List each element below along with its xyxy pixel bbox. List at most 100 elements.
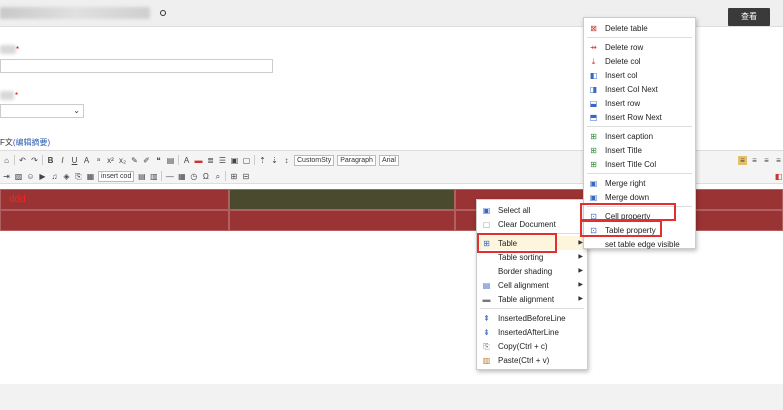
background-icon[interactable]: ▥ bbox=[149, 172, 158, 181]
menu-item-table[interactable]: ⊞ Table ▶ bbox=[477, 236, 587, 250]
template-icon[interactable]: ▤ bbox=[137, 172, 146, 181]
table-submenu: ⊠ Delete table ⇸ Delete row ⤓ Delete col ◧ I… bbox=[583, 17, 696, 249]
table-toolbar-icon[interactable]: ⊞ bbox=[229, 172, 238, 181]
row-spacing-top-icon[interactable]: ⇡ bbox=[258, 156, 267, 165]
menu-item-delete-col[interactable]: ⤓ Delete col bbox=[584, 54, 695, 68]
menu-item-insert-title-col[interactable]: ⊞ Insert Title Col bbox=[584, 157, 695, 171]
paragraph-dropdown[interactable]: Paragraph bbox=[337, 154, 376, 166]
menu-item-label: Insert Title Col bbox=[605, 159, 657, 169]
clear-doc-toolbar-icon[interactable]: ▢ bbox=[242, 156, 251, 165]
field1-input[interactable] bbox=[0, 59, 273, 73]
row-spacing-bottom-icon[interactable]: ⇣ bbox=[270, 156, 279, 165]
font-border-icon[interactable]: A bbox=[82, 156, 91, 165]
music-icon[interactable]: ♫ bbox=[50, 172, 59, 181]
title-indicator-icon bbox=[160, 10, 166, 16]
menu-item-insert-title[interactable]: ⊞ Insert Title bbox=[584, 143, 695, 157]
menu-item-delete-row[interactable]: ⇸ Delete row bbox=[584, 40, 695, 54]
table-cell-selected[interactable] bbox=[229, 189, 455, 210]
image-icon[interactable]: ▨ bbox=[14, 172, 23, 181]
align-right-icon[interactable]: ≡ bbox=[762, 156, 771, 165]
font-family-dropdown[interactable]: Arial bbox=[378, 154, 399, 166]
quote-icon[interactable]: ❝ bbox=[154, 156, 163, 165]
insert-code-dropdown[interactable]: insert cod bbox=[98, 170, 135, 182]
time-icon[interactable]: ◷ bbox=[189, 172, 198, 181]
format-match-icon[interactable]: ✎ bbox=[130, 156, 139, 165]
table-cell[interactable]: ddd bbox=[0, 189, 229, 210]
align-justify-icon[interactable]: ≡ bbox=[774, 156, 783, 165]
redo-icon[interactable]: ↷ bbox=[30, 156, 39, 165]
clear-format-icon[interactable]: ✐ bbox=[142, 156, 151, 165]
menu-item-border-shading[interactable]: Border shading ▶ bbox=[477, 264, 587, 278]
menu-item-insert-col[interactable]: ◧ Insert col bbox=[584, 68, 695, 82]
menu-item-copy[interactable]: ⎘ Copy(Ctrl + c) bbox=[477, 339, 587, 353]
insert-col-next-icon: ◨ bbox=[589, 85, 598, 94]
menu-item-table-sorting[interactable]: Table sorting ▶ bbox=[477, 250, 587, 264]
toolbar-divider bbox=[161, 171, 163, 181]
paste-plain-icon[interactable]: ▤ bbox=[166, 156, 175, 165]
bold-icon[interactable]: B bbox=[46, 156, 55, 165]
menu-item-inserted-after-line[interactable]: ⇟ InsertedAfterLine bbox=[477, 325, 587, 339]
superscript-icon[interactable]: x² bbox=[106, 156, 115, 165]
menu-item-insert-row-next[interactable]: ⬒ Insert Row Next bbox=[584, 110, 695, 124]
toolbar-divider bbox=[42, 155, 43, 165]
custom-style-dropdown[interactable]: CustomSty bbox=[294, 154, 335, 166]
page-footer bbox=[0, 384, 783, 410]
menu-item-inserted-before-line[interactable]: ⇞ InsertedBeforeLine bbox=[477, 311, 587, 325]
italic-icon[interactable]: I bbox=[58, 156, 67, 165]
edit-summary-link[interactable]: (编辑摘要) bbox=[13, 138, 50, 147]
menu-item-insert-col-next[interactable]: ◨ Insert Col Next bbox=[584, 82, 695, 96]
ordered-list-icon[interactable]: ≣ bbox=[206, 156, 215, 165]
insert-caption-icon: ⊞ bbox=[590, 132, 597, 141]
search-replace-icon[interactable]: ⌕ bbox=[213, 172, 222, 181]
menu-item-insert-row[interactable]: ⬓ Insert row bbox=[584, 96, 695, 110]
menu-item-label: Border shading bbox=[498, 266, 553, 276]
menu-item-table-property[interactable]: ⊡ Table property bbox=[584, 223, 695, 237]
menu-item-delete-table[interactable]: ⊠ Delete table bbox=[584, 21, 695, 35]
menu-item-clear-document[interactable]: ▢ Clear Document bbox=[477, 217, 587, 231]
indent-icon[interactable]: ⇥ bbox=[2, 172, 11, 181]
map-icon[interactable]: ◈ bbox=[62, 172, 71, 181]
table-cell[interactable] bbox=[0, 210, 229, 231]
menu-item-label: Cell property bbox=[605, 211, 651, 221]
field2-label-blurred bbox=[0, 91, 14, 100]
insert-frame-icon[interactable]: ▦ bbox=[86, 172, 95, 181]
menu-item-merge-down[interactable]: ▣ Merge down bbox=[584, 190, 695, 204]
undo-icon[interactable]: ↶ bbox=[18, 156, 27, 165]
attachment-icon[interactable]: ⎘ bbox=[74, 172, 83, 181]
menu-item-cell-property[interactable]: ⊡ Cell property bbox=[584, 209, 695, 223]
menu-item-merge-right[interactable]: ▣ Merge right bbox=[584, 176, 695, 190]
table-tools-icon[interactable]: ⊟ bbox=[241, 172, 250, 181]
menu-item-set-table-edge-visible[interactable]: set table edge visible bbox=[584, 237, 695, 251]
html-source-icon[interactable]: ⌂ bbox=[2, 156, 11, 165]
video-icon[interactable]: ▶ bbox=[38, 172, 47, 181]
date-icon[interactable]: ▦ bbox=[177, 172, 186, 181]
preview-icon[interactable]: ◧ bbox=[774, 172, 783, 181]
menu-item-label: Table bbox=[498, 238, 518, 248]
horizontal-rule-icon[interactable]: — bbox=[165, 172, 174, 181]
strikethrough-icon[interactable]: ᵃ bbox=[94, 156, 103, 165]
menu-item-cell-alignment[interactable]: ▤ Cell alignment ▶ bbox=[477, 278, 587, 292]
subscript-icon[interactable]: x₂ bbox=[118, 156, 127, 165]
menu-item-insert-caption[interactable]: ⊞ Insert caption bbox=[584, 129, 695, 143]
special-char-icon[interactable]: Ω bbox=[201, 172, 210, 181]
toolbar-divider bbox=[254, 155, 255, 165]
menu-item-table-alignment[interactable]: ▬ Table alignment ▶ bbox=[477, 292, 587, 306]
unordered-list-icon[interactable]: ☰ bbox=[218, 156, 227, 165]
emoji-icon[interactable]: ☺ bbox=[26, 172, 35, 181]
insert-col-icon: ◧ bbox=[589, 71, 598, 80]
menu-item-select-all[interactable]: ▣ Select all bbox=[477, 203, 587, 217]
line-height-icon[interactable]: ↕ bbox=[282, 156, 291, 165]
align-left-icon[interactable]: ≡ bbox=[738, 155, 747, 165]
highlight-color-icon[interactable]: ▬ bbox=[194, 156, 203, 165]
underline-icon[interactable]: U bbox=[70, 156, 79, 165]
select-all-toolbar-icon[interactable]: ▣ bbox=[230, 156, 239, 165]
table-cell[interactable] bbox=[229, 210, 455, 231]
view-button[interactable]: 查看 bbox=[728, 8, 770, 26]
menu-item-paste[interactable]: ▥ Paste(Ctrl + v) bbox=[477, 353, 587, 367]
font-color-icon[interactable]: A bbox=[182, 156, 191, 165]
align-center-icon[interactable]: ≡ bbox=[750, 156, 759, 165]
menu-item-label: Merge right bbox=[605, 178, 646, 188]
clear-document-icon: ▢ bbox=[482, 220, 491, 229]
field2-select[interactable]: ⌄ bbox=[0, 104, 84, 118]
cell-property-icon: ⊡ bbox=[590, 212, 597, 221]
